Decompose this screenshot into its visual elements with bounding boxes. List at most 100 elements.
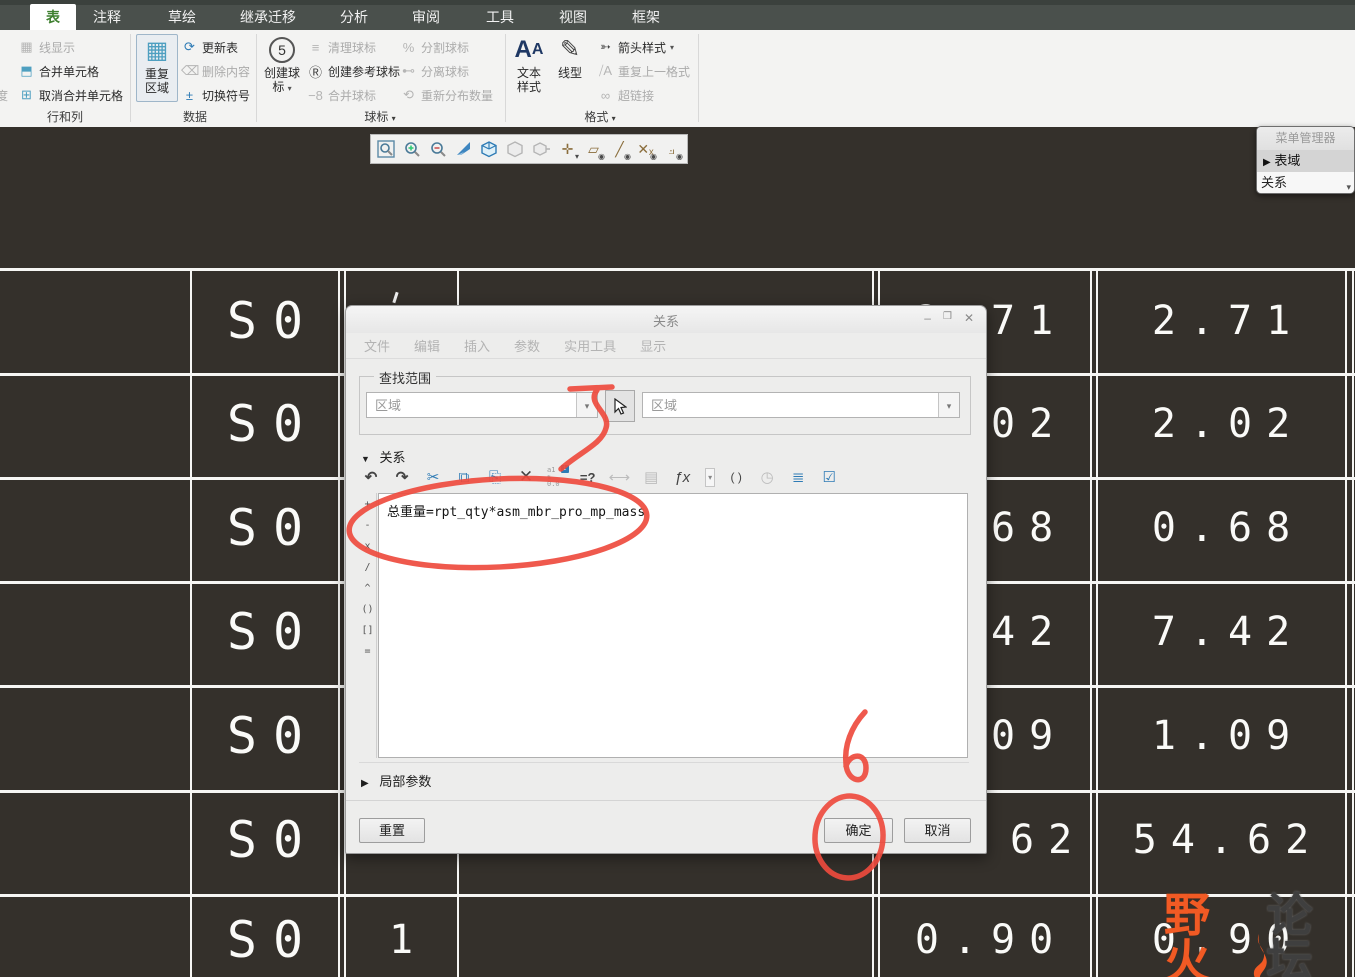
function-dropdown-arrow[interactable]: ▾ (705, 467, 716, 487)
tab-analysis[interactable]: 分析 (330, 4, 378, 30)
menu-utilities[interactable]: 实用工具 (564, 336, 616, 355)
tab-view[interactable]: 视图 (549, 4, 597, 30)
text-style-icon: AA (514, 36, 544, 63)
table-cell-code: S0 (226, 292, 320, 350)
create-balloon-button[interactable]: 5 创建球 标 ▾ (262, 34, 302, 100)
split-balloons-button[interactable]: % 分割球标 (400, 36, 469, 58)
toggle-value-display-button[interactable]: a1 ⇅ 0.0 i (547, 464, 569, 488)
ribbon-tab-bar: 表 注释 草绘 继承迁移 分析 审阅 工具 视图 框架 (0, 0, 1355, 30)
minimize-button[interactable]: – (924, 311, 931, 325)
maximize-button[interactable]: ❒ (943, 311, 952, 325)
saved-orientations-icon[interactable] (505, 138, 526, 160)
op-minus[interactable]: - (364, 520, 370, 531)
relation-editor[interactable]: 总重量=rpt_qty*asm_mbr_pro_mp_mass (378, 493, 968, 758)
op-power[interactable]: ^ (364, 583, 370, 594)
line-wrap-button[interactable]: ⟷ (609, 468, 631, 486)
tab-sketch[interactable]: 草绘 (158, 4, 206, 30)
delete-button[interactable]: ✕ (516, 467, 536, 487)
menu-parameters[interactable]: 参数 (514, 336, 540, 355)
clean-balloons-button[interactable]: ≡ 清理球标 (307, 36, 376, 58)
verify-relations-button[interactable]: =? (578, 470, 598, 485)
op-parens[interactable]: () (361, 604, 373, 615)
csys-display-icon[interactable]: ⟓ ◉ (661, 138, 683, 162)
cancel-button[interactable]: 取消 (904, 818, 971, 843)
expand-right-icon: ▶ (1263, 157, 1271, 168)
delete-content-button[interactable]: ⌫ 删除内容 (181, 60, 250, 82)
line-style-icon: ✎ (559, 36, 581, 63)
op-equals[interactable]: = (364, 646, 370, 657)
op-brackets[interactable]: [] (361, 625, 373, 636)
group-divider (256, 34, 257, 122)
menu-manager-title: 菜单管理器 (1257, 127, 1354, 150)
local-parameter-list-button[interactable]: ≣ (788, 468, 808, 486)
table-cell-total: 7.42 (1151, 609, 1305, 655)
update-table-button[interactable]: ⟳ 更新表 (181, 36, 238, 58)
ribbon: 度 ▦ 线显示 ⬒ 合并单元格 ⊞ 取消合并单元格 行和列 ▦ 重复 区域 ⟳ … (0, 30, 1355, 128)
close-button[interactable]: ✕ (964, 311, 974, 325)
line-style-button[interactable]: ✎ 线型 (552, 34, 588, 100)
region-dropdown[interactable]: 区域 ▾ (642, 392, 960, 418)
tab-framework[interactable]: 框架 (621, 4, 671, 30)
zoom-out-icon[interactable] (427, 138, 448, 160)
merge-balloons-button[interactable]: −8 合并球标 (307, 84, 376, 106)
tab-annotate[interactable]: 注释 (84, 4, 130, 30)
line-display-button[interactable]: ▦ 线显示 (18, 36, 75, 58)
menu-insert[interactable]: 插入 (464, 336, 490, 355)
create-ref-balloon-button[interactable]: Ⓡ 创建参考球标 (307, 60, 400, 82)
chevron-down-icon[interactable]: ▾ (576, 393, 597, 417)
table-cell-code: S0 (226, 811, 320, 869)
tab-table[interactable]: 表 (30, 4, 76, 30)
detach-balloons-button[interactable]: ⊷ 分离球标 (400, 60, 469, 82)
copy-button[interactable]: ⧉ (454, 469, 474, 486)
undo-button[interactable]: ↶ (361, 468, 381, 486)
units-button[interactable]: ◷ (757, 468, 777, 486)
group-label-format: 格式 ▾ (584, 110, 616, 124)
text-style-button[interactable]: AA 文本 样式 (510, 34, 548, 100)
zoom-in-icon[interactable] (401, 138, 422, 160)
tab-review[interactable]: 审阅 (402, 4, 450, 30)
tab-tools[interactable]: 工具 (476, 4, 524, 30)
hyperlink-button[interactable]: ∞ 超链接 (597, 84, 654, 106)
local-params-section-header[interactable]: ▶ 局部参数 (361, 771, 431, 790)
repaint-icon[interactable] (453, 138, 474, 160)
insert-function-button[interactable]: ƒx (672, 469, 692, 486)
relations-toolbar: ↶ ↷ ✂ ⧉ ⎘ ✕ a1 ⇅ 0.0 i =? ⟷ ▤ ƒx ▾ ( ) ◷ ≣ … (361, 464, 839, 490)
refit-icon[interactable] (375, 138, 396, 160)
menu-file[interactable]: 文件 (364, 336, 390, 355)
arrow-style-button[interactable]: ➳ 箭头样式 ▾ (597, 36, 674, 58)
tab-legacy[interactable]: 继承迁移 (230, 4, 306, 30)
verify-checklist-button[interactable]: ☑ (819, 468, 839, 486)
paste-button[interactable]: ⎘ (485, 469, 505, 486)
view-manager-icon[interactable] (531, 138, 552, 160)
repeat-last-format-button[interactable]: ⧸A 重复上一格式 (597, 60, 690, 82)
plane-display-icon[interactable]: ▱ ◉ (583, 138, 605, 162)
reset-button[interactable]: 重置 (359, 818, 425, 843)
menu-edit[interactable]: 编辑 (414, 336, 440, 355)
menu-manager-item-table-domain[interactable]: ▶ 表域 (1257, 150, 1354, 172)
redo-button[interactable]: ↷ (392, 468, 412, 486)
merge-cells-button[interactable]: ⬒ 合并单元格 (18, 60, 99, 82)
point-display-icon[interactable]: ✕ₓ ◉ (635, 138, 657, 162)
op-divide[interactable]: / (364, 562, 370, 573)
display-style-icon[interactable] (479, 138, 500, 160)
repeat-region-button[interactable]: ▦ 重复 区域 (136, 34, 178, 102)
dialog-titlebar[interactable]: 关系 – ❒ ✕ (346, 306, 986, 333)
datum-display-filters-icon[interactable]: ✛ ▾ (557, 138, 579, 162)
unmerge-cells-button[interactable]: ⊞ 取消合并单元格 (18, 84, 123, 106)
report-button[interactable]: ▤ (641, 468, 661, 486)
pick-region-button[interactable] (605, 390, 635, 422)
insert-operators-button[interactable]: ( ) (726, 470, 746, 484)
ok-button[interactable]: 确定 (824, 818, 893, 843)
axis-display-icon[interactable]: ╱ ◉ (609, 138, 631, 162)
chevron-down-icon[interactable]: ▾ (938, 393, 959, 417)
table-cell-total: 0.68 (1151, 505, 1305, 551)
op-multiply[interactable]: x (364, 541, 370, 552)
cut-button[interactable]: ✂ (423, 468, 443, 486)
look-in-dropdown[interactable]: 区域 ▾ (366, 392, 598, 418)
op-plus[interactable]: + (364, 499, 370, 510)
menu-show[interactable]: 显示 (640, 336, 666, 355)
redistribute-qty-button[interactable]: ⟲ 重新分布数量 (400, 84, 493, 106)
toggle-symbols-button[interactable]: ± 切换符号 (181, 84, 250, 106)
relations-dialog: 关系 – ❒ ✕ 文件 编辑 插入 参数 实用工具 显示 查找范围 区域 ▾ 区… (345, 305, 987, 854)
menu-manager-item-relations[interactable]: 关系 ▾ (1257, 172, 1354, 193)
